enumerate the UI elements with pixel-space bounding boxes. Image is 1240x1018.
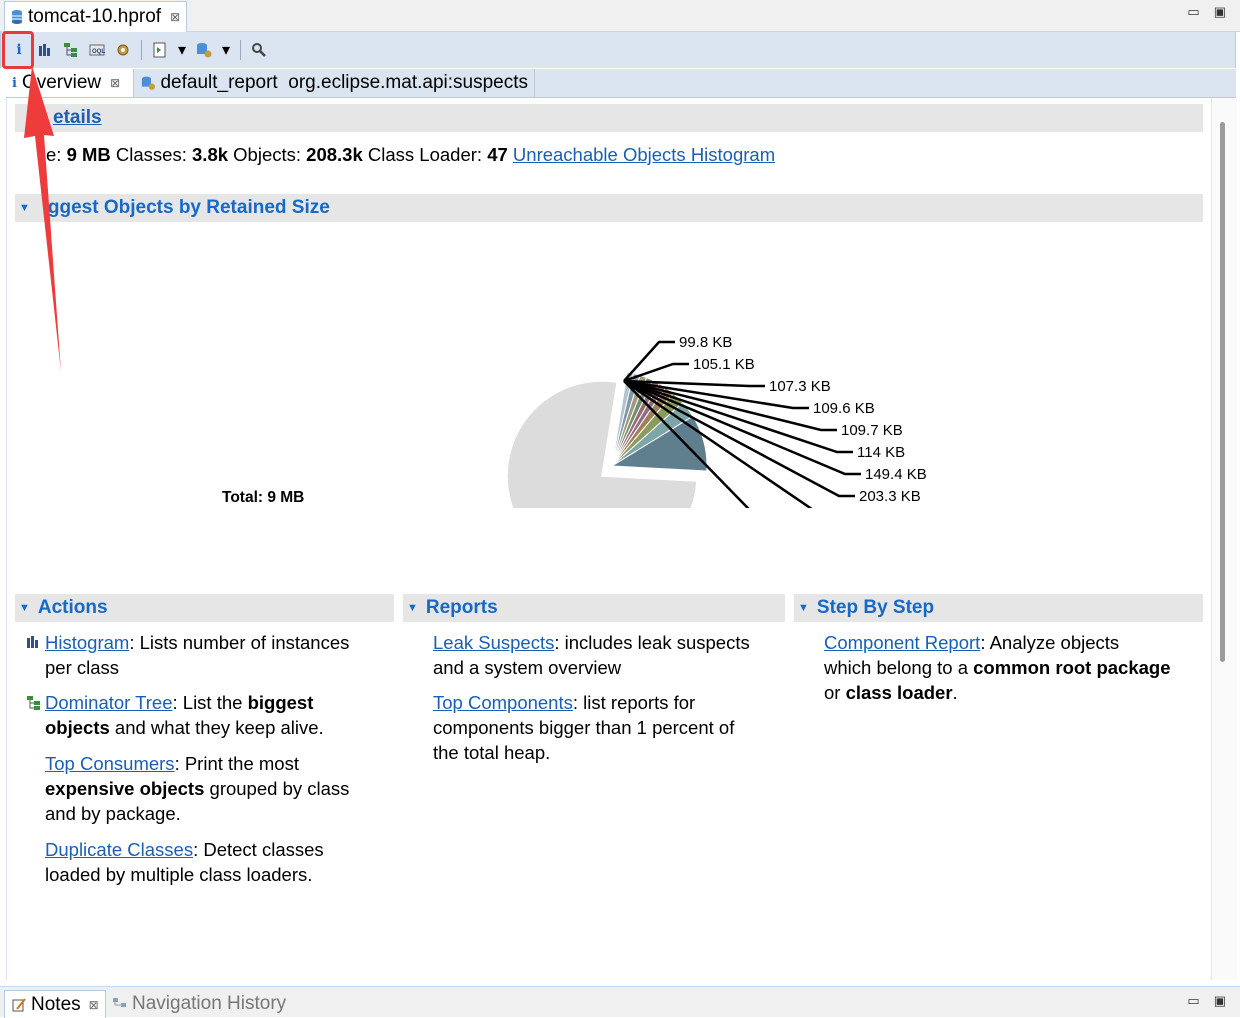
- bottom-view-bar: Notes ⊠ Navigation History ▭ ▣: [0, 986, 1240, 1018]
- pie-leader-line: [623, 362, 689, 383]
- tab-navigation-history[interactable]: Navigation History: [108, 990, 290, 1017]
- details-summary: e: 9 MB Classes: 3.8k Objects: 208.3k Cl…: [46, 142, 775, 167]
- action-histogram: Histogram: Lists number of instances per…: [45, 632, 350, 678]
- bottom-window-controls: ▭ ▣: [1187, 993, 1226, 1009]
- navigation-history-icon: [113, 997, 126, 1007]
- collapse-triangle-icon: ▼: [19, 602, 30, 614]
- step-by-step-section-header[interactable]: ▼ Step By Step: [794, 594, 1203, 622]
- pie-slice-label: 109.7 KB: [841, 422, 903, 439]
- annotation-arrow: [24, 66, 61, 372]
- toolbar-separator: [240, 40, 241, 60]
- report-top-components: Top Components: list reports for compone…: [433, 692, 735, 763]
- reports-section-header[interactable]: ▼ Reports: [403, 594, 785, 622]
- gear-icon: [117, 44, 129, 56]
- oql-button[interactable]: OQL: [87, 39, 107, 61]
- action-duplicate-classes: Duplicate Classes: Detect classes loaded…: [45, 839, 324, 885]
- action-dominator-tree: Dominator Tree: List the biggest objects…: [45, 692, 324, 738]
- pie-slice-label: 149.4 KB: [865, 466, 927, 483]
- threads-button[interactable]: [113, 39, 133, 61]
- database-gear-icon: [197, 43, 212, 58]
- query-browser-button[interactable]: [194, 39, 214, 61]
- step-component-report: Component Report: Analyze objects which …: [824, 632, 1171, 703]
- chevron-down-icon: ▾: [177, 42, 187, 59]
- tab-notes-label: Notes: [31, 993, 81, 1015]
- biggest-objects-heading: ggest Objects by Retained Size: [47, 197, 330, 218]
- top-components-link[interactable]: Top Components: [433, 692, 573, 713]
- window-controls: ▭ ▣: [1187, 4, 1226, 20]
- run-report-button[interactable]: [150, 39, 170, 61]
- close-icon[interactable]: ⊠: [89, 998, 99, 1012]
- classes-value: 3.8k: [192, 144, 229, 165]
- svg-text:OQL: OQL: [92, 49, 105, 55]
- action-top-consumers: Top Consumers: Print the most expensive …: [45, 753, 350, 824]
- details-section-header[interactable]: etails: [15, 104, 1203, 132]
- class-loader-label: Class Loader:: [367, 144, 483, 165]
- report-leak-suspects: Leak Suspects: includes leak suspects an…: [433, 632, 750, 678]
- component-report-link[interactable]: Component Report: [824, 632, 980, 653]
- histogram-icon: [39, 44, 50, 56]
- dominator-tree-icon: [26, 695, 42, 716]
- editor-tab-bar: tomcat-10.hprof ⊠ ▭ ▣: [0, 0, 1240, 32]
- dominator-tree-button[interactable]: [61, 39, 81, 61]
- biggest-objects-section-header[interactable]: ▼ ggest Objects by Retained Size: [15, 194, 1203, 222]
- editor-tab-label: tomcat-10.hprof: [28, 6, 162, 27]
- pie-slice-label: 107.3 KB: [769, 378, 831, 395]
- pie-slice-label: 114 KB: [857, 444, 905, 461]
- classes-label: Classes:: [115, 144, 187, 165]
- actions-section-header[interactable]: ▼ Actions: [15, 594, 394, 622]
- oql-icon: OQL: [89, 44, 105, 56]
- tab-default-report-label: default_report org.eclipse.mat.api:suspe…: [160, 72, 528, 93]
- pie-slice-label: 105.1 KB: [693, 356, 755, 373]
- actions-heading: Actions: [37, 597, 108, 618]
- duplicate-classes-link[interactable]: Duplicate Classes: [45, 839, 193, 860]
- inner-tab-bar: i Overview ⊠ default_report org.eclipse.…: [6, 69, 1236, 98]
- report-icon: [153, 42, 166, 58]
- tab-notes[interactable]: Notes ⊠: [4, 990, 106, 1018]
- tab-navigation-history-label: Navigation History: [132, 992, 287, 1014]
- pie-slice-label: 203.3 KB: [859, 488, 921, 505]
- objects-label: Objects:: [233, 144, 302, 165]
- notes-icon: [12, 997, 26, 1011]
- overview-content: etails e: 9 MB Classes: 3.8k Objects: 20…: [6, 98, 1211, 980]
- toolbar: i OQL ▾ ▾: [0, 32, 1236, 68]
- objects-value: 208.3k: [306, 144, 363, 165]
- collapse-triangle-icon: ▼: [798, 602, 809, 614]
- maximize-icon[interactable]: ▣: [1214, 993, 1226, 1009]
- pie-slice-label: 109.6 KB: [813, 400, 875, 417]
- unreachable-objects-histogram-link[interactable]: Unreachable Objects Histogram: [513, 144, 775, 165]
- search-button[interactable]: [249, 39, 269, 61]
- database-gear-icon: [141, 76, 156, 90]
- close-icon[interactable]: ⊠: [170, 10, 180, 24]
- top-consumers-link[interactable]: Top Consumers: [45, 753, 175, 774]
- heap-dump-icon: [11, 9, 23, 25]
- tab-default-report[interactable]: default_report org.eclipse.mat.api:suspe…: [135, 69, 535, 97]
- histogram-button[interactable]: [35, 39, 55, 61]
- editor-tab-tomcat[interactable]: tomcat-10.hprof ⊠: [4, 1, 188, 32]
- collapse-triangle-icon: ▼: [407, 602, 418, 614]
- class-loader-value: 47: [487, 144, 508, 165]
- toolbar-separator: [141, 40, 142, 60]
- leak-suspects-link[interactable]: Leak Suspects: [433, 632, 554, 653]
- histogram-link[interactable]: Histogram: [45, 632, 129, 653]
- biggest-objects-pie-chart: 6.9 MB99.8 KB105.1 KB107.3 KB109.6 KB109…: [506, 334, 927, 508]
- dominator-tree-icon: [64, 43, 77, 57]
- pie-total-label: Total: 9 MB: [222, 489, 305, 506]
- maximize-icon[interactable]: ▣: [1214, 4, 1226, 20]
- step-by-step-heading: Step By Step: [816, 597, 935, 618]
- reports-heading: Reports: [425, 597, 498, 618]
- minimize-icon[interactable]: ▭: [1187, 4, 1199, 20]
- run-report-dropdown[interactable]: ▾: [176, 39, 188, 61]
- histogram-icon: [26, 635, 40, 654]
- dominator-tree-link[interactable]: Dominator Tree: [45, 692, 173, 713]
- close-icon[interactable]: ⊠: [110, 76, 120, 90]
- scrollbar-thumb[interactable]: [1220, 122, 1225, 662]
- query-browser-dropdown[interactable]: ▾: [220, 39, 232, 61]
- search-icon: [252, 43, 266, 57]
- pie-slice-label: 99.8 KB: [679, 334, 732, 351]
- chevron-down-icon: ▾: [221, 42, 231, 59]
- minimize-icon[interactable]: ▭: [1187, 993, 1199, 1009]
